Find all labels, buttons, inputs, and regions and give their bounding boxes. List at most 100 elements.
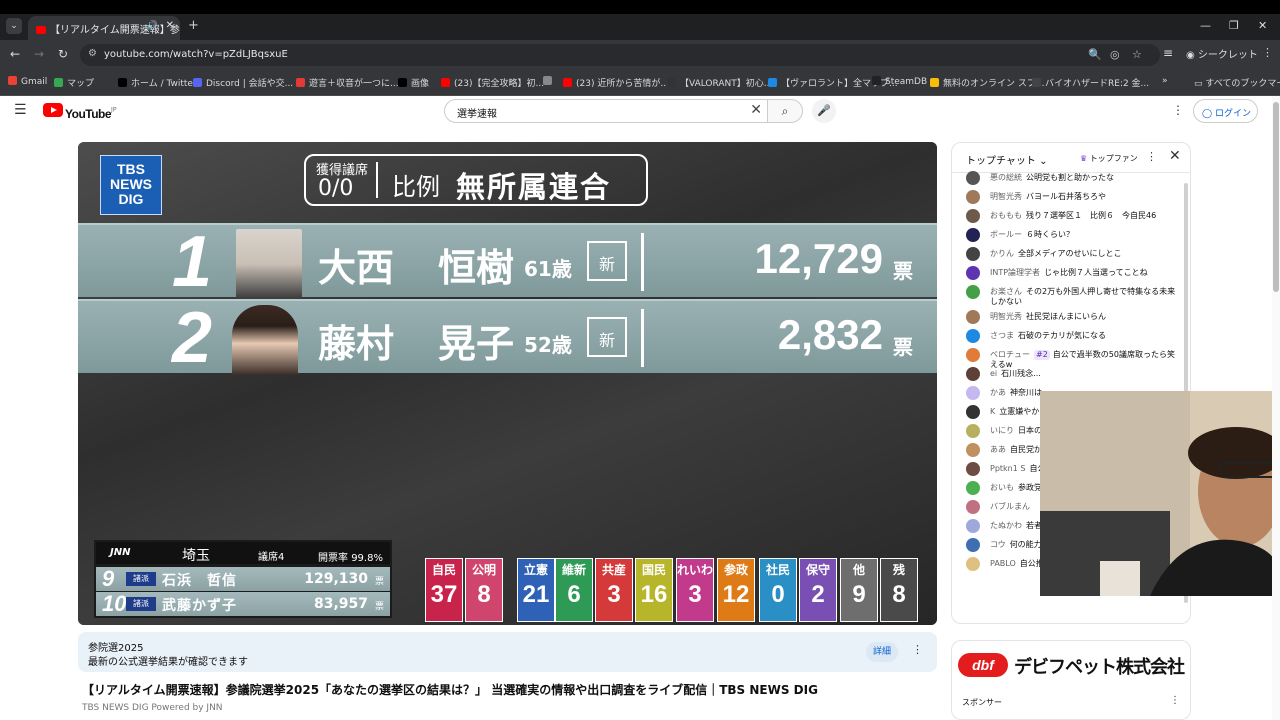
chat-author[interactable]: PABLO: [990, 559, 1016, 568]
bookmark-item[interactable]: バイオハザードRE:2 金...: [1032, 76, 1149, 89]
search-button[interactable]: ⌕: [767, 99, 803, 123]
zoom-icon[interactable]: 🔍: [1088, 48, 1102, 61]
chat-author[interactable]: 明智光秀: [990, 312, 1022, 321]
chat-author[interactable]: バブルまん: [990, 502, 1030, 511]
chat-author[interactable]: 明智光秀: [990, 192, 1022, 201]
restore-icon[interactable]: ❐: [1229, 19, 1239, 32]
new-tab-icon[interactable]: +: [188, 18, 199, 33]
bookmark-item[interactable]: Gmail: [8, 76, 47, 87]
chat-mode-dropdown[interactable]: トップチャット ⌄: [966, 152, 1047, 167]
bookmark-star-icon[interactable]: ☆: [1132, 48, 1142, 61]
ad-kebab-icon[interactable]: ⋮: [1170, 695, 1180, 706]
voice-search-mic-icon[interactable]: 🎤: [812, 99, 836, 123]
chat-author[interactable]: 悪の総統: [990, 173, 1022, 182]
sponsor-ad-card[interactable]: dbf デビフペット株式会社 スポンサー ⋮: [951, 640, 1191, 720]
channel-name[interactable]: TBS NEWS DIG Powered by JNN: [82, 703, 223, 713]
chat-avatar[interactable]: [966, 386, 980, 400]
chat-avatar[interactable]: [966, 247, 980, 261]
bookmark-item[interactable]: 画像: [398, 76, 429, 89]
chat-avatar[interactable]: [966, 500, 980, 514]
bookmark-item[interactable]: SteamDB: [872, 76, 927, 87]
chat-avatar[interactable]: [966, 329, 980, 343]
chat-avatar[interactable]: [966, 228, 980, 242]
bookmark-item[interactable]: (23) 近所から苦情が...: [563, 76, 669, 89]
more-bookmarks-icon[interactable]: »: [1162, 76, 1168, 86]
bookmark-favicon-icon: [118, 78, 127, 87]
login-button[interactable]: ◯ ログイン: [1193, 99, 1258, 123]
chat-author[interactable]: ああ: [990, 445, 1006, 454]
chat-avatar[interactable]: [966, 519, 980, 533]
chat-avatar[interactable]: [966, 462, 980, 476]
chat-author[interactable]: INTP論理学者: [990, 268, 1040, 277]
party-seats: 6: [567, 581, 581, 608]
chat-avatar[interactable]: [966, 424, 980, 438]
chat-avatar[interactable]: [966, 285, 980, 299]
chat-avatar[interactable]: [966, 310, 980, 324]
browser-menu-icon[interactable]: ⋮: [1262, 46, 1273, 59]
chat-avatar[interactable]: [966, 266, 980, 280]
menu-hamburger-icon[interactable]: ☰: [14, 102, 27, 118]
tab-search-icon[interactable]: ⌄: [6, 18, 22, 34]
chat-avatar[interactable]: [966, 171, 980, 185]
chat-avatar[interactable]: [966, 405, 980, 419]
chat-author[interactable]: いにり: [990, 426, 1014, 435]
chat-avatar[interactable]: [966, 367, 980, 381]
bookmark-item[interactable]: 遊言＋収音が一つに...: [296, 76, 399, 89]
site-info-icon[interactable]: ⚙: [88, 48, 97, 59]
chat-author[interactable]: たぬかわ: [990, 521, 1022, 530]
media-controls-icon[interactable]: ≡: [1163, 46, 1173, 60]
chat-author[interactable]: お楽さん: [990, 287, 1022, 296]
chat-author[interactable]: コウ: [990, 540, 1006, 549]
chat-avatar[interactable]: [966, 481, 980, 495]
address-bar[interactable]: ⚙ youtube.com/watch?v=pZdLJBqsxuE 🔍 ◎ ☆: [80, 44, 1160, 66]
tab-active[interactable]: 【リアルタイム開票速報】参議院 🔊 ✕: [28, 16, 180, 40]
chat-author[interactable]: Pptkn1 S: [990, 464, 1025, 473]
top-fan-button[interactable]: ♛ トップファン: [1080, 153, 1138, 164]
tracking-eye-icon[interactable]: ◎: [1110, 48, 1120, 61]
chat-avatar[interactable]: [966, 190, 980, 204]
details-button[interactable]: 詳細: [866, 642, 898, 662]
chat-avatar[interactable]: [966, 209, 980, 223]
chat-text: 自民党が: [1010, 445, 1042, 454]
tab-close-icon[interactable]: ✕: [166, 20, 174, 31]
bookmark-item[interactable]: 【VALORANT】初心...: [667, 76, 772, 89]
settings-kebab-icon[interactable]: ⋮: [1172, 103, 1184, 117]
forward-icon[interactable]: →: [34, 47, 44, 61]
chat-author[interactable]: かりん: [990, 249, 1014, 258]
bookmark-item[interactable]: (23)【完全攻略】初...: [441, 76, 544, 89]
chat-kebab-icon[interactable]: ⋮: [1146, 150, 1157, 163]
page-scroll-thumb[interactable]: [1273, 102, 1279, 292]
chat-author[interactable]: おももも: [990, 211, 1022, 220]
minimize-icon[interactable]: —: [1200, 19, 1211, 32]
tab-title: 【リアルタイム開票速報】参議院: [50, 25, 180, 36]
chat-avatar[interactable]: [966, 538, 980, 552]
chat-author[interactable]: ボールー: [990, 230, 1022, 239]
page-scrollbar[interactable]: [1272, 96, 1280, 720]
back-icon[interactable]: ←: [10, 47, 20, 61]
chat-author[interactable]: ei: [990, 369, 997, 378]
clear-search-icon[interactable]: ✕: [750, 102, 762, 118]
chat-close-icon[interactable]: ✕: [1169, 148, 1181, 164]
info-card-kebab-icon[interactable]: ⋮: [912, 643, 923, 656]
chat-author[interactable]: K: [990, 407, 995, 416]
all-bookmarks-button[interactable]: ▭ すべてのブックマーク: [1194, 76, 1280, 89]
chat-author[interactable]: かあ: [990, 388, 1006, 397]
bookmark-item[interactable]: ホーム / Twitter: [118, 76, 197, 89]
video-player[interactable]: TBS NEWS DIG 獲得議席 0/0 比例 無所属連合 1 大西 恒樹 61歳…: [78, 142, 937, 625]
youtube-logo[interactable]: YouTubeJP: [43, 103, 116, 121]
chat-avatar[interactable]: [966, 557, 980, 571]
incognito-indicator[interactable]: ◉ シークレット: [1186, 46, 1258, 61]
bookmark-item[interactable]: [543, 76, 556, 87]
reload-icon[interactable]: ↻: [58, 47, 68, 61]
search-input[interactable]: 選挙速報 ✕: [444, 99, 768, 123]
chat-author[interactable]: さつま: [990, 331, 1014, 340]
bookmark-item[interactable]: Discord | 会話や交...: [193, 76, 293, 89]
chat-author[interactable]: ベロチュー: [990, 350, 1030, 359]
bookmark-item[interactable]: マップ: [54, 76, 94, 89]
audio-icon[interactable]: 🔊: [147, 21, 158, 31]
window-close-icon[interactable]: ✕: [1258, 19, 1267, 32]
chat-avatar[interactable]: [966, 443, 980, 457]
bookmark-item[interactable]: 無料のオンライン スプ...: [930, 76, 1044, 89]
chat-author[interactable]: おいも: [990, 483, 1014, 492]
chat-avatar[interactable]: [966, 348, 980, 362]
